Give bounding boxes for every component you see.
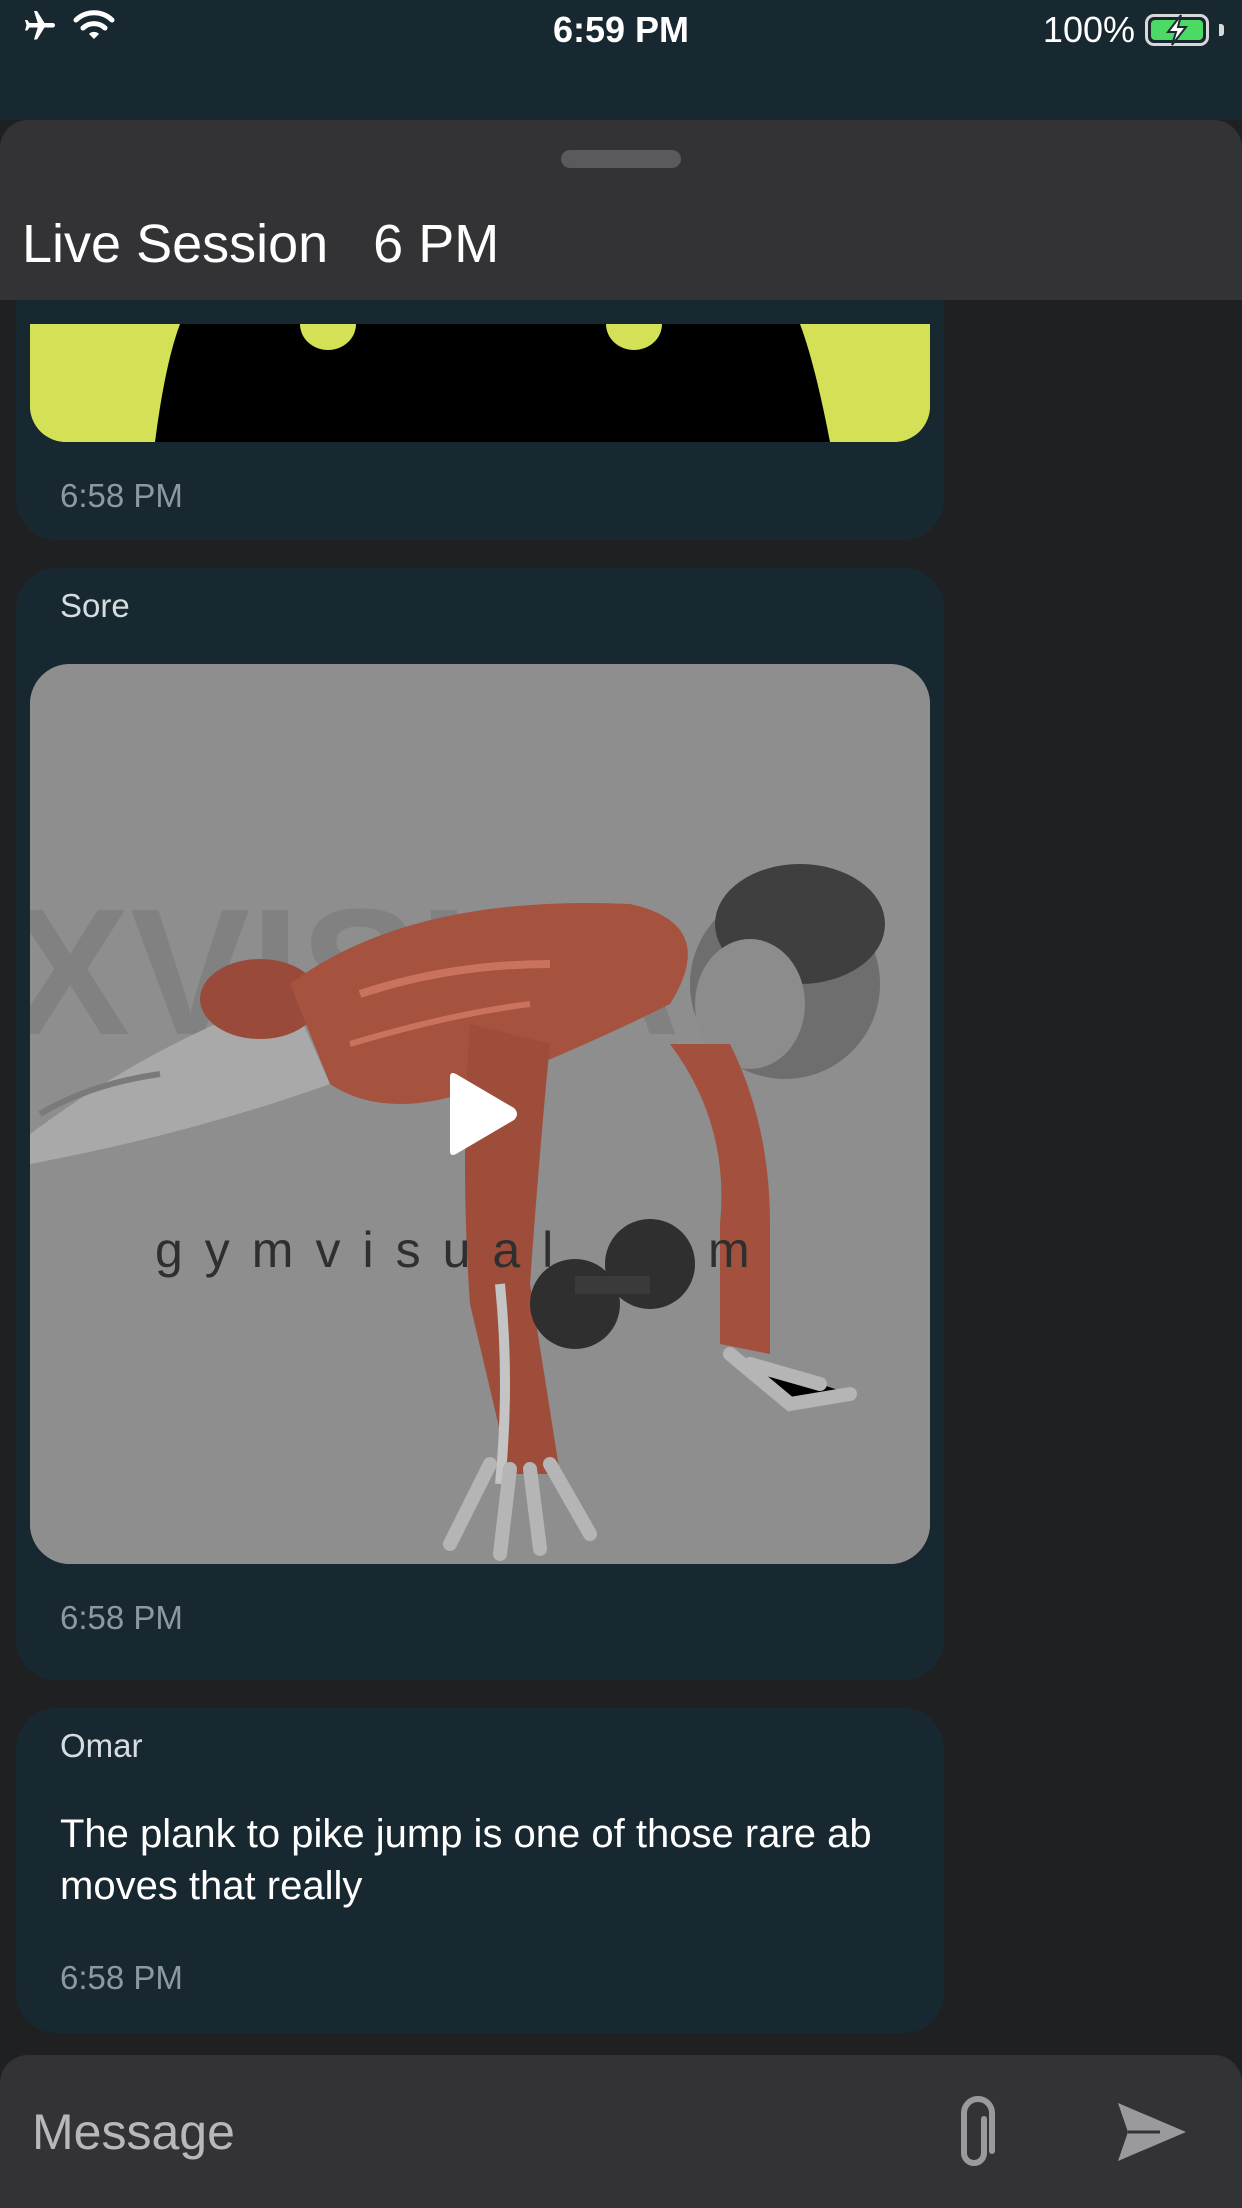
message-bubble-video: Sore XVISUA — [16, 568, 944, 1680]
message-bubble-image: 6:58 PM — [16, 300, 944, 540]
attach-button[interactable] — [950, 2095, 1006, 2171]
video-thumbnail[interactable]: XVISUA — [30, 664, 930, 1564]
message-text: The plank to pike jump is one of those r… — [60, 1812, 872, 1908]
sheet-grabber-handle[interactable] — [561, 150, 681, 168]
shoe-image — [30, 324, 930, 442]
status-right: 100% — [1043, 8, 1224, 52]
send-icon — [1118, 2103, 1186, 2161]
sheet-header: Live Session 6 PM — [0, 120, 1242, 300]
charging-bolt-icon — [1165, 14, 1189, 46]
send-button[interactable] — [1114, 2099, 1190, 2165]
play-icon — [450, 1073, 517, 1155]
battery-cap — [1219, 24, 1224, 36]
battery-charging-icon — [1145, 14, 1209, 46]
status-bar: 6:59 PM 100% — [0, 0, 1242, 120]
message-bubble-text: Omar The plank to pike jump is one of th… — [16, 1708, 944, 2033]
message-sender: Omar — [60, 1727, 143, 1764]
play-button[interactable] — [30, 664, 930, 1564]
message-composer — [0, 2055, 1242, 2208]
paperclip-icon — [961, 2096, 995, 2166]
message-feed[interactable]: 6:58 PM Sore XVISUA — [0, 300, 1242, 2055]
battery-percentage: 100% — [1042, 9, 1135, 50]
message-timestamp: 6:58 PM — [60, 1599, 183, 1636]
page-title: Live Session 6 PM — [22, 214, 500, 274]
message-timestamp: 6:58 PM — [60, 1959, 183, 1996]
message-input[interactable] — [30, 2091, 914, 2173]
message-image[interactable] — [30, 324, 930, 442]
message-timestamp: 6:58 PM — [60, 477, 183, 514]
message-sender: Sore — [60, 587, 130, 624]
